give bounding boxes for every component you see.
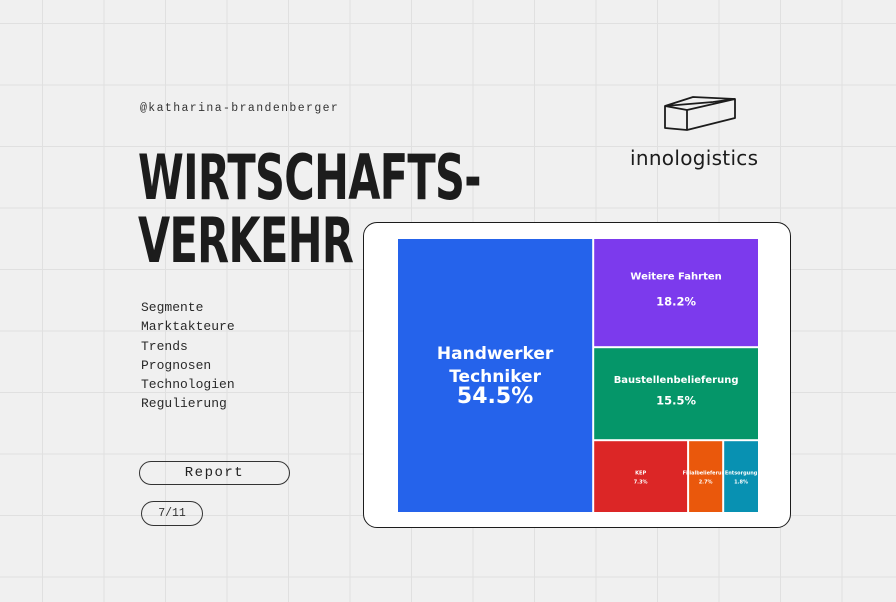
- treemap-cell-entsorgung: [724, 441, 758, 512]
- page-indicator: 7/11: [141, 501, 203, 526]
- report-button[interactable]: Report: [139, 461, 290, 485]
- title-line-1: WIRTSCHAFTS-: [138, 141, 482, 214]
- topic-list: Segmente Marktakteure Trends Prognosen T…: [141, 298, 235, 414]
- brand-name: innologistics: [630, 146, 759, 170]
- topic-item: Prognosen: [141, 357, 212, 373]
- treemap-value-label: 1.8%: [734, 480, 748, 486]
- topic-item: Regulierung: [141, 396, 227, 412]
- topic-item: Marktakteure: [141, 319, 235, 335]
- treemap-cell-kep: [594, 441, 688, 512]
- treemap-value-label: 2.7%: [699, 480, 713, 486]
- treemap-value-label: 7.3%: [634, 480, 648, 486]
- treemap-label: Filialbelieferung: [683, 470, 730, 476]
- treemap-cell-weitere-fahrten: [594, 239, 758, 347]
- treemap-cell-filialbelieferung: [689, 441, 723, 512]
- topic-item: Segmente: [141, 300, 204, 315]
- treemap-label: Weitere Fahrten: [630, 272, 721, 283]
- treemap-value-label: 18.2%: [656, 294, 696, 308]
- topic-item: Trends: [141, 338, 188, 354]
- treemap-chart: Handwerker Techniker54.5%Weitere Fahrten1…: [398, 239, 758, 512]
- treemap-label: Baustellenbelieferung: [614, 375, 739, 386]
- box-outline-icon: [664, 96, 736, 131]
- topic-item: Technologien: [141, 377, 235, 393]
- author-handle: @katharina-brandenberger: [140, 102, 340, 115]
- treemap-label: KEP: [635, 470, 646, 476]
- treemap-label: Entsorgung: [725, 470, 758, 476]
- treemap-value-label: 15.5%: [656, 394, 696, 408]
- treemap-value-label: 54.5%: [457, 384, 533, 409]
